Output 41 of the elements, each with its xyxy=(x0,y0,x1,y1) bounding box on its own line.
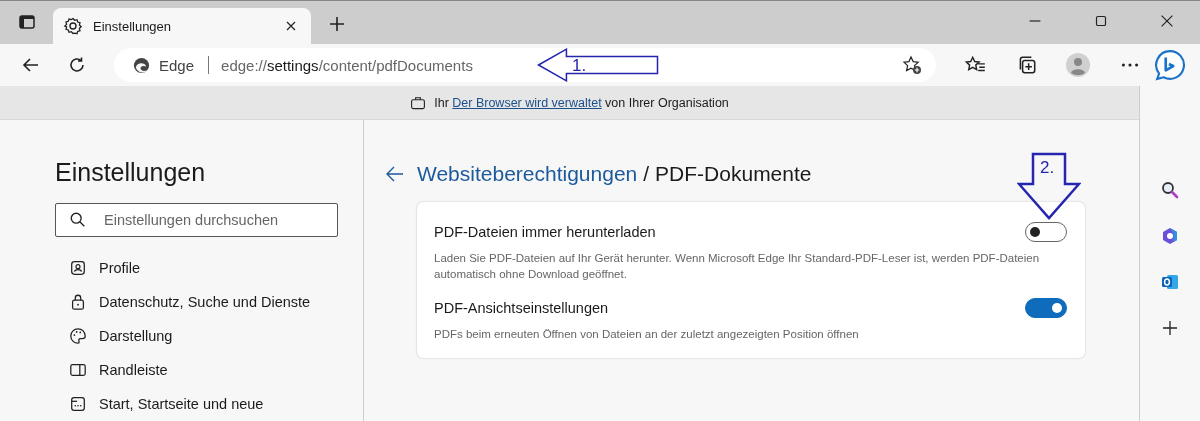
toggle-switch[interactable] xyxy=(1025,298,1067,318)
search-icon[interactable] xyxy=(1160,179,1180,200)
lock-icon xyxy=(69,293,87,311)
search-icon xyxy=(69,211,87,229)
new-tab-icon[interactable] xyxy=(327,14,347,34)
sidebar-title: Einstellungen xyxy=(55,158,207,187)
sidebar-item[interactable]: Darstellung xyxy=(55,319,363,353)
setting-title: PDF-Dateien immer herunterladen xyxy=(434,224,656,240)
breadcrumb-separator: / xyxy=(643,162,650,186)
setting-description: PDFs beim erneuten Öffnen von Dateien an der zuletzt angezeigten Position öffnen xyxy=(434,327,860,342)
avatar-icon[interactable] xyxy=(1065,53,1090,77)
sidebar-item[interactable]: Randleiste xyxy=(55,353,363,387)
annotation-arrow: 2. xyxy=(1017,152,1081,220)
sidebar-panel-icon xyxy=(69,361,87,379)
breadcrumb-link[interactable]: Websiteberechtigungen xyxy=(417,162,638,186)
managed-notice: Ihr Der Browser wird verwaltet von Ihrer Organisation xyxy=(434,95,729,110)
setting-title: PDF-Ansichtseinstellungen xyxy=(434,300,609,316)
edge-logo-icon xyxy=(132,55,151,75)
start-page-icon xyxy=(69,395,87,413)
sidebar-item[interactable]: Start, Startseite und neue xyxy=(55,387,363,421)
managed-link[interactable]: Der Browser wird verwaltet xyxy=(452,95,602,110)
refresh-icon[interactable] xyxy=(67,55,87,75)
address-bar[interactable]: Edge edge://settings/content/pdfDocuments 1. xyxy=(114,48,936,82)
back-icon[interactable] xyxy=(385,164,405,184)
sidebar-item[interactable]: Datenschutz, Suche und Dienste xyxy=(55,285,363,319)
search-field[interactable]: Einstellungen durchsuchen xyxy=(55,203,338,237)
sidebar-item[interactable]: Profile xyxy=(55,251,363,285)
page-title: PDF-Dokumente xyxy=(655,162,812,186)
briefcase-icon xyxy=(410,94,427,111)
site-label: Edge xyxy=(159,56,195,74)
toggle-switch[interactable] xyxy=(1025,222,1067,242)
browser-tab[interactable]: Einstellungen xyxy=(53,8,311,44)
chat-bubble-icon[interactable] xyxy=(1154,49,1187,81)
palette-icon xyxy=(69,327,87,345)
settings-icon xyxy=(63,16,83,36)
profile-icon xyxy=(69,259,87,277)
setting-description: Laden Sie PDF-Dateien auf Ihr Gerät herunter. Wenn Microsoft Edge Ihr Standard-PDF-Leser ist, werden PDF-Dateien automatisch ohne Download geöffnet. xyxy=(434,251,1041,282)
tab-actions-icon[interactable] xyxy=(17,12,37,32)
hexagon-logo-icon[interactable] xyxy=(1160,225,1180,246)
url-text: edge://settings/content/pdfDocuments xyxy=(221,56,473,74)
add-favorite-icon[interactable] xyxy=(901,55,922,75)
